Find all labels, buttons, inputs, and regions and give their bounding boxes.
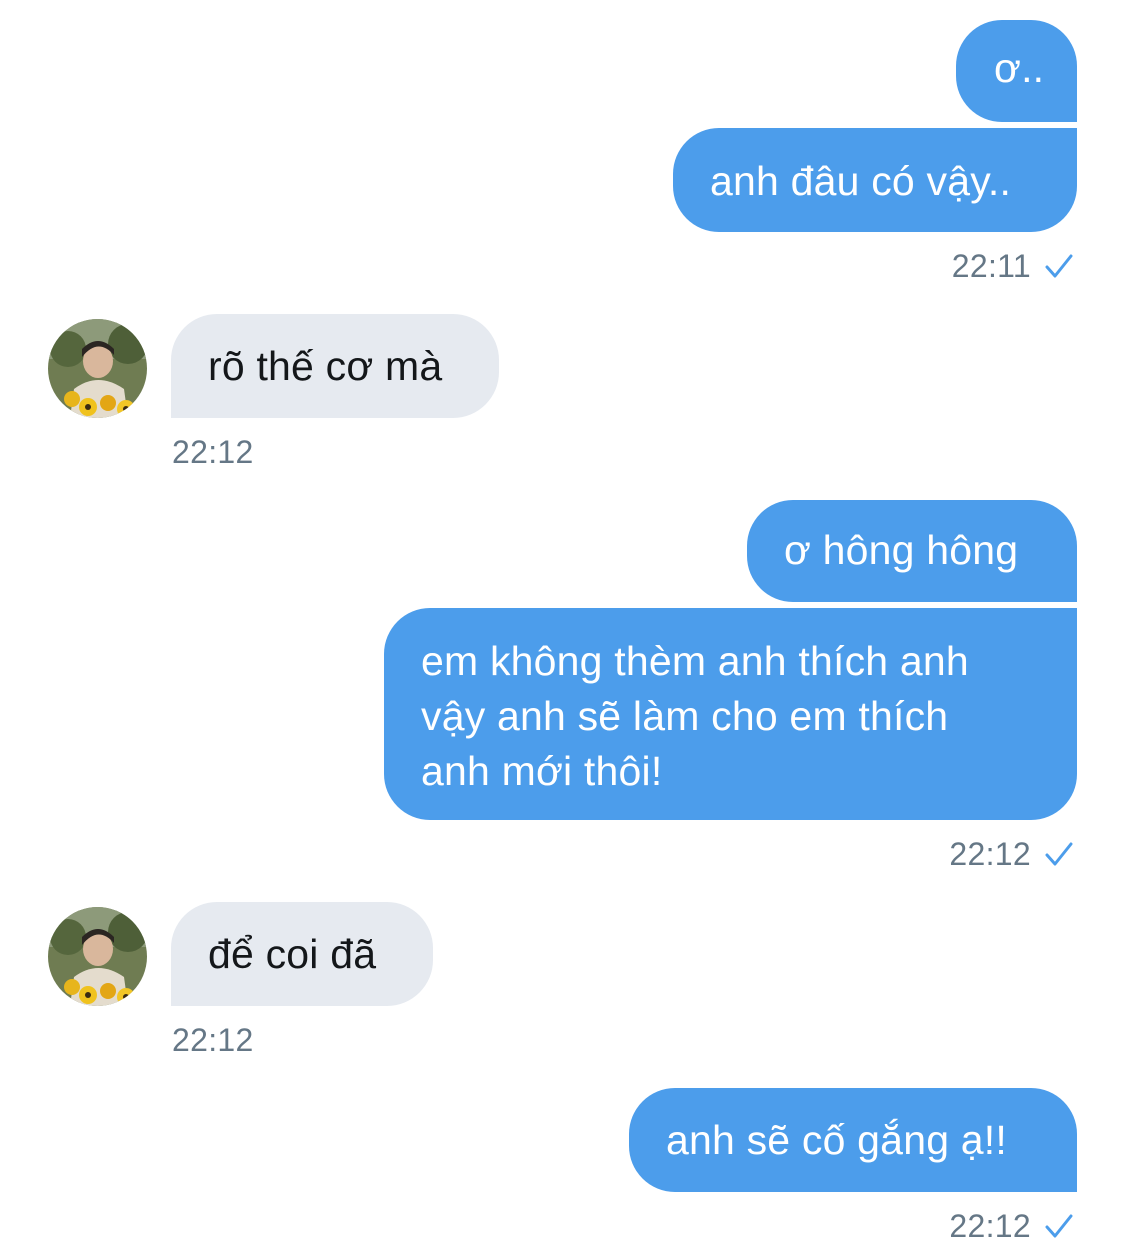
message-bubble-received[interactable]: để coi đã [171, 902, 433, 1006]
checkmark-icon [1045, 1214, 1073, 1238]
message-timestamp: 22:12 [949, 836, 1031, 872]
message-timestamp: 22:12 [172, 1022, 254, 1058]
message-text: ơ.. [994, 45, 1045, 91]
message-bubble-sent[interactable]: anh đâu có vậy.. [673, 128, 1077, 232]
message-bubble-sent[interactable]: em không thèm anh thích anh vậy anh sẽ l… [384, 608, 1077, 820]
message-text-line: anh mới thôi! [421, 748, 663, 794]
message-bubble-received[interactable]: rõ thế cơ mà [171, 314, 499, 418]
message-text: để coi đã [208, 931, 377, 977]
message-timestamp: 22:12 [172, 434, 254, 470]
message-timestamp: 22:12 [949, 1208, 1031, 1244]
message-text: rõ thế cơ mà [208, 343, 443, 389]
checkmark-icon [1045, 254, 1073, 278]
checkmark-icon [1045, 842, 1073, 866]
message-text-line: vậy anh sẽ làm cho em thích [421, 693, 949, 739]
message-bubble-sent[interactable]: anh sẽ cố gắng ạ!! [629, 1088, 1077, 1192]
message-text: anh sẽ cố gắng ạ!! [666, 1117, 1007, 1163]
message-text: ơ hông hông [784, 527, 1019, 573]
message-bubble-sent[interactable]: ơ.. [956, 20, 1077, 122]
message-text-line: em không thèm anh thích anh [421, 638, 969, 684]
avatar[interactable] [48, 319, 147, 418]
message-bubble-sent[interactable]: ơ hông hông [747, 500, 1077, 602]
message-timestamp: 22:11 [951, 248, 1031, 284]
message-text: anh đâu có vậy.. [710, 158, 1012, 204]
avatar[interactable] [48, 907, 147, 1006]
